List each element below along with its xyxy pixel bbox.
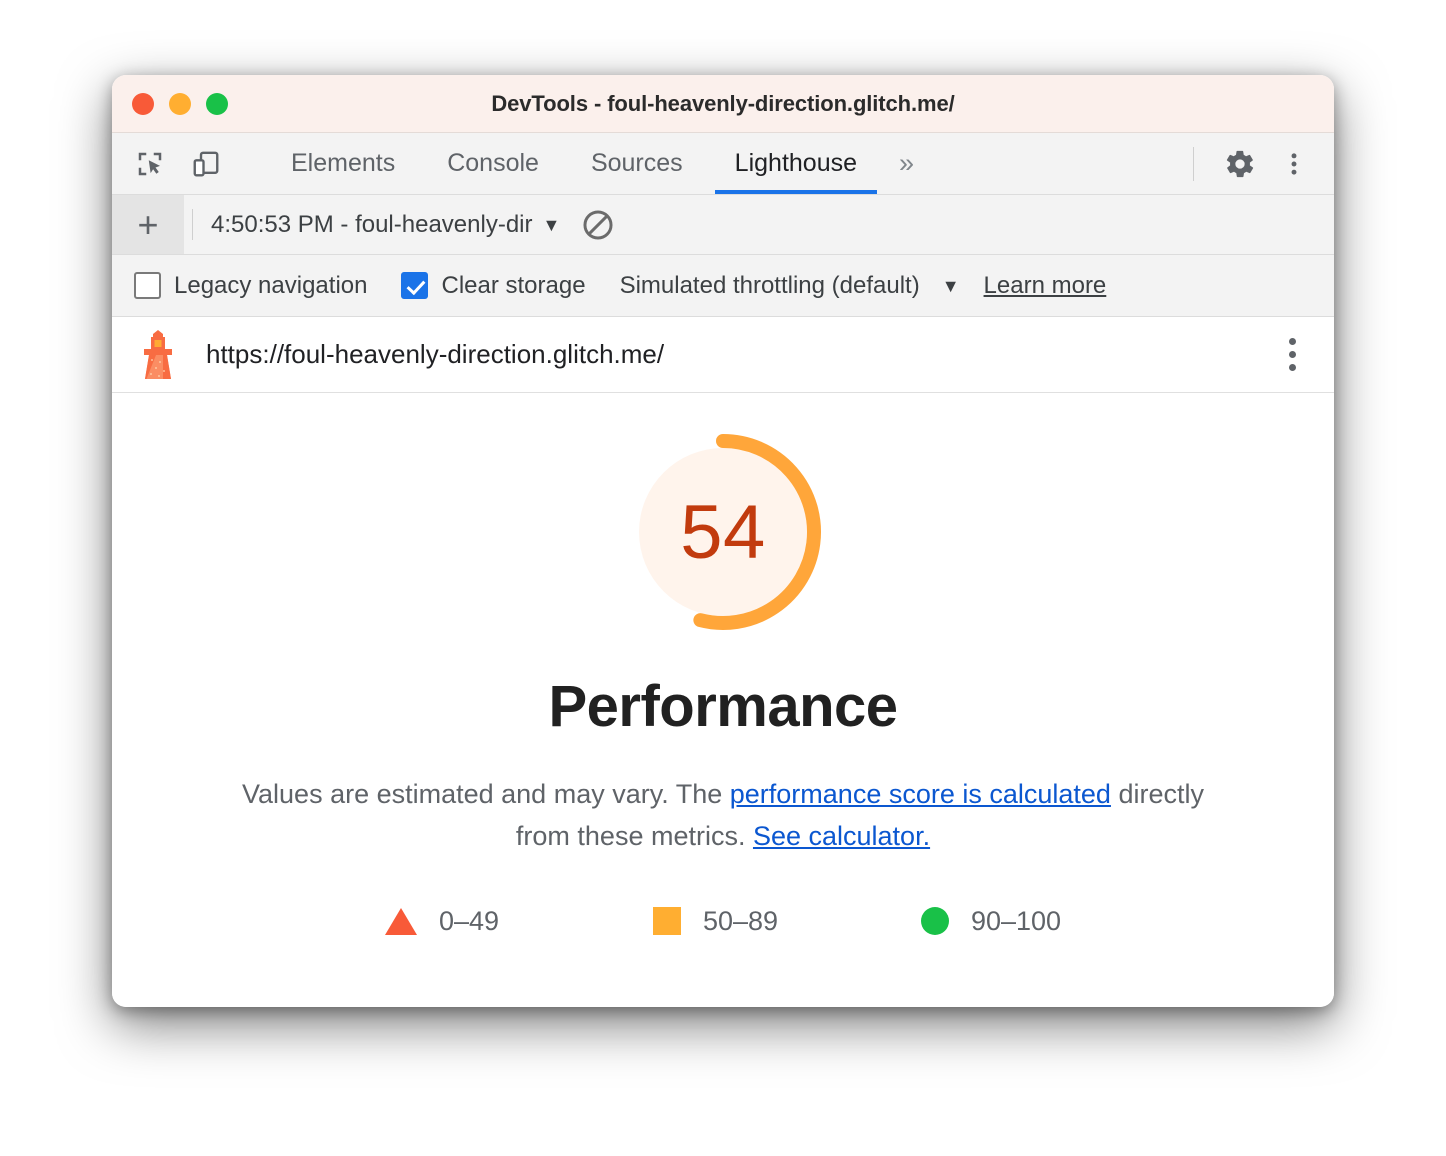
legend-item-average: 50–89 (652, 905, 921, 937)
window-titlebar: DevTools - foul-heavenly-direction.glitc… (112, 75, 1334, 133)
learn-more-link[interactable]: Learn more (984, 272, 1107, 300)
new-report-button[interactable]: + (112, 195, 184, 254)
more-tabs-glyph: » (899, 148, 915, 178)
square-icon (652, 907, 681, 936)
devtools-right-actions (1193, 133, 1334, 194)
report-select-value: 4:50:53 PM - foul-heavenly-dir (211, 210, 533, 238)
circle-icon (920, 907, 949, 936)
tab-sources-label: Sources (590, 149, 683, 177)
devtools-window: DevTools - foul-heavenly-direction.glitc… (112, 75, 1334, 1007)
legend-item-pass: 90–100 (920, 905, 1062, 937)
legend-label-pass: 90–100 (970, 905, 1062, 936)
kebab-dot (1289, 338, 1296, 345)
device-toolbar-icon[interactable] (182, 141, 230, 187)
legacy-navigation-checkbox[interactable]: Legacy navigation (134, 272, 367, 300)
more-tabs-icon[interactable]: » (883, 133, 930, 194)
clear-storage-label: Clear storage (441, 271, 586, 299)
legend-item-fail: 0–49 (384, 905, 653, 937)
tab-lighthouse-label: Lighthouse (734, 149, 857, 177)
page-title: Performance (548, 674, 898, 739)
desc-prefix: Values are estimated and may vary. The (242, 779, 730, 809)
score-description: Values are estimated and may vary. The p… (218, 774, 1228, 858)
report-options-kebab-icon[interactable] (1277, 330, 1308, 379)
right-divider (1193, 146, 1194, 181)
throttling-select[interactable]: Simulated throttling (default) ▼ (620, 272, 960, 300)
devtools-tool-icons (112, 133, 265, 194)
chevron-down-icon: ▼ (941, 275, 960, 296)
clear-storage-box[interactable] (401, 272, 429, 299)
inspect-element-icon[interactable] (126, 141, 174, 187)
lighthouse-report-body: 54 Performance Values are estimated and … (112, 393, 1334, 1007)
legacy-navigation-label: Legacy navigation (174, 271, 368, 299)
tab-elements[interactable]: Elements (265, 133, 421, 194)
screenshot-root: DevTools - foul-heavenly-direction.glitc… (0, 0, 1446, 1156)
lighthouse-icon (144, 329, 172, 379)
minimize-button[interactable] (169, 92, 191, 115)
legacy-navigation-box[interactable] (134, 272, 161, 299)
performance-score-value: 54 (680, 489, 766, 575)
tab-sources[interactable]: Sources (565, 133, 709, 194)
main-menu-kebab-icon[interactable] (1270, 140, 1318, 188)
kebab-dot (1289, 364, 1296, 371)
close-button[interactable] (132, 92, 154, 115)
report-select[interactable]: 4:50:53 PM - foul-heavenly-dir ▼ (193, 195, 560, 254)
lighthouse-options-bar: Legacy navigation Clear storage Simulate… (112, 255, 1334, 317)
performance-score-gauge: 54 (618, 427, 828, 637)
legend-label-average: 50–89 (702, 905, 779, 936)
window-controls (132, 92, 228, 115)
window-title: DevTools - foul-heavenly-direction.glitc… (491, 90, 955, 116)
see-calculator-link[interactable]: See calculator. (753, 821, 930, 851)
tab-console-label: Console (447, 149, 539, 177)
report-url: https://foul-heavenly-direction.glitch.m… (206, 339, 665, 369)
score-legend: 0–49 50–89 90–100 (384, 905, 1062, 937)
chevron-down-icon: ▼ (542, 214, 561, 235)
gear-icon[interactable] (1216, 140, 1264, 188)
tab-console[interactable]: Console (421, 133, 565, 194)
triangle-icon (384, 907, 417, 935)
panel-tabs: Elements Console Sources Lighthouse » (265, 133, 930, 194)
performance-score-calculated-link[interactable]: performance score is calculated (730, 779, 1111, 809)
lighthouse-run-toolbar: + 4:50:53 PM - foul-heavenly-dir ▼ (112, 195, 1334, 255)
legend-label-fail: 0–49 (438, 905, 500, 936)
report-url-row: https://foul-heavenly-direction.glitch.m… (112, 317, 1334, 393)
tab-lighthouse[interactable]: Lighthouse (709, 133, 883, 194)
throttling-value: Simulated throttling (default) (619, 271, 920, 299)
devtools-tabbar: Elements Console Sources Lighthouse » (112, 133, 1334, 195)
tab-elements-label: Elements (291, 149, 396, 177)
kebab-dot (1289, 351, 1296, 358)
no-entry-icon[interactable] (566, 195, 630, 254)
maximize-button[interactable] (206, 92, 228, 115)
clear-storage-checkbox[interactable]: Clear storage (401, 271, 586, 300)
